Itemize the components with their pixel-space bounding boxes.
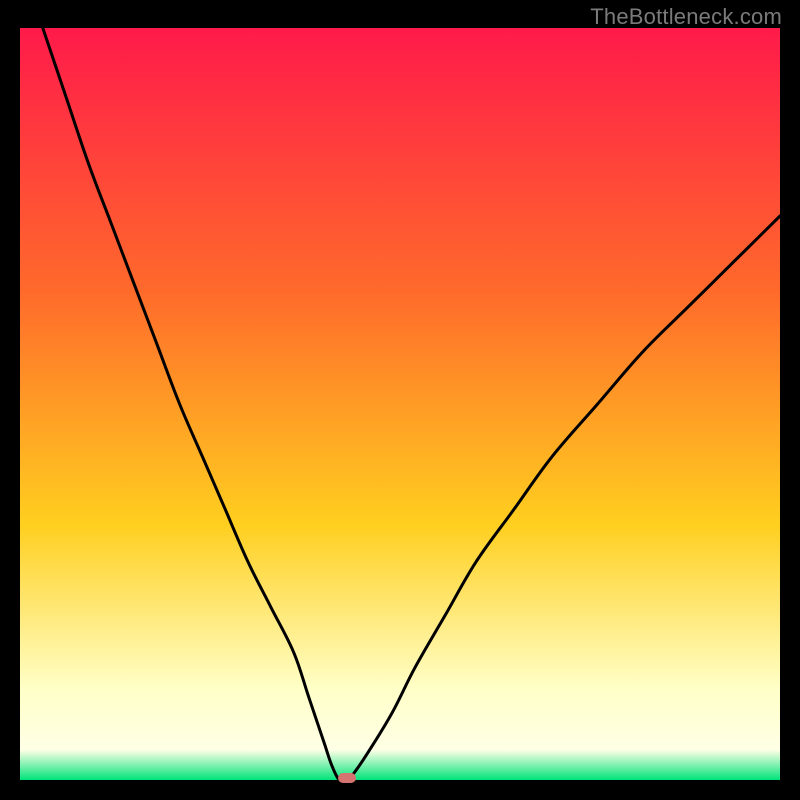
optimal-marker: [338, 773, 356, 783]
plot-area: [20, 28, 780, 780]
bottleneck-chart-svg: [20, 28, 780, 780]
watermark-text: TheBottleneck.com: [590, 4, 782, 30]
gradient-background: [20, 28, 780, 780]
chart-container: TheBottleneck.com: [0, 0, 800, 800]
